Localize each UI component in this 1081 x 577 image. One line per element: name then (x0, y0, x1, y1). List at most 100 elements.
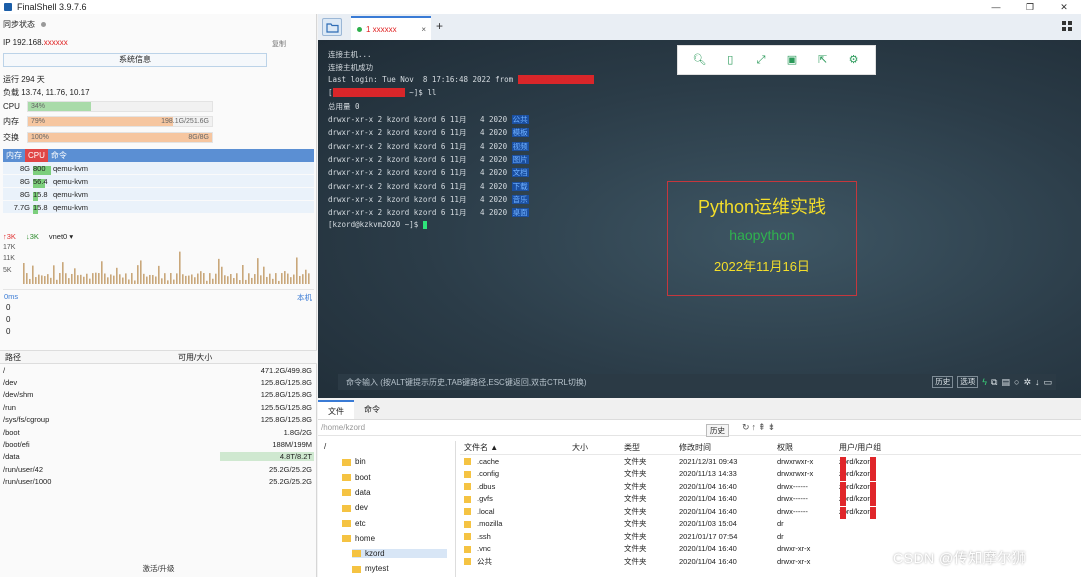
ip-redacted: xxxxxx (43, 38, 68, 47)
path-input[interactable]: /home/kzord (318, 423, 698, 432)
disk-row[interactable]: /boot 1.8G/2G (0, 426, 317, 438)
file-row[interactable]: .cache 文件夹 2021/12/31 09:43 drwxrwxr-x zord/… (460, 455, 1081, 469)
close-window-button[interactable]: ✕ (1047, 2, 1081, 13)
disk-row[interactable]: /run 125.5G/125.8G (0, 401, 317, 413)
settings-icon[interactable]: ⚙ (846, 52, 862, 68)
ping-target-local[interactable]: 本机 (297, 292, 312, 303)
grid-layout-icon[interactable] (1062, 21, 1073, 32)
search-icon[interactable]: 🔍︎ (691, 52, 707, 68)
owner-column-header[interactable]: 用户/用户组 (839, 442, 899, 453)
maximize-button[interactable]: ❐ (1013, 2, 1047, 13)
process-row[interactable]: 8G 15.8 qemu-kvm (3, 188, 314, 201)
file-name: 公共 (477, 556, 492, 566)
network-monitor: ↑3K ↓3K vnet0 ▾ 17K 11K 5K (3, 232, 314, 284)
tree-node[interactable]: dev (342, 503, 368, 512)
file-row[interactable]: .dbus 文件夹 2020/11/04 16:40 drwx------ zord/k… (460, 480, 1081, 494)
tree-node[interactable]: kzord (352, 549, 447, 559)
file-row[interactable]: .ssh 文件夹 2021/01/17 07:54 dr (460, 530, 1081, 543)
command-input-placeholder[interactable]: 命令输入 (按ALT键提示历史,TAB键路径,ESC键返回,双击CTRL切换) (338, 377, 587, 388)
traffic-bar (296, 257, 298, 284)
process-row[interactable]: 8G 56.4 qemu-kvm (3, 175, 314, 188)
disk-row[interactable]: /dev/shm 125.8G/125.8G (0, 389, 317, 401)
redacted-user: xxxxxxxxxxxxxxxx (332, 88, 405, 97)
paste-icon[interactable]: ▤ (1001, 377, 1010, 388)
disk-row[interactable]: /sys/fs/cgroup 125.8G/125.8G (0, 414, 317, 426)
download-icon[interactable]: ⇟ (768, 422, 778, 432)
refresh-icon[interactable]: ↻ (742, 422, 752, 432)
sort-by-cpu-tab[interactable]: CPU (25, 149, 48, 162)
path-history-button[interactable]: 历史 (706, 424, 729, 437)
upload-icon[interactable]: ⇞ (758, 422, 768, 432)
download-icon[interactable]: ↓ (1035, 377, 1040, 387)
search-icon[interactable]: ○ (1014, 377, 1019, 387)
process-row[interactable]: 7.7G 15.8 qemu-kvm (3, 201, 314, 214)
sort-by-memory-tab[interactable]: 内存 (3, 149, 25, 162)
open-folder-button[interactable] (322, 18, 342, 36)
fullscreen-icon[interactable]: ⤢ (753, 52, 769, 68)
tree-node[interactable]: mytest (352, 564, 389, 573)
copy-icon[interactable]: ⧉ (991, 377, 997, 388)
disk-row[interactable]: /boot/efi 188M/199M (0, 438, 317, 450)
process-command: qemu-kvm (53, 163, 89, 173)
traffic-bar (293, 274, 295, 284)
file-row[interactable]: .gvfs 文件夹 2020/11/04 16:40 drwx------ zord/k… (460, 493, 1081, 507)
tree-node[interactable]: home (342, 534, 375, 543)
window-icon[interactable]: ▭ (1043, 377, 1052, 388)
process-row[interactable]: 8G 800 qemu-kvm (3, 162, 314, 175)
type-column-header[interactable]: 类型 (624, 442, 679, 453)
disk-path: /boot (3, 427, 20, 437)
command-column-header[interactable]: 命令 (48, 149, 70, 162)
filename-column-header[interactable]: 文件名 ▲ (460, 442, 572, 453)
lightning-icon[interactable]: ϟ (982, 377, 987, 387)
folder-icon (464, 545, 471, 553)
close-tab-icon[interactable]: × (421, 25, 426, 34)
traffic-bar (185, 275, 187, 284)
options-button[interactable]: 选项 (957, 376, 979, 388)
tree-node[interactable]: etc (342, 519, 366, 528)
save-icon[interactable]: ▣ (784, 52, 800, 68)
history-button[interactable]: 历史 (932, 376, 954, 388)
traffic-bar (83, 276, 85, 284)
disk-path-header[interactable]: 路径 (0, 352, 178, 363)
file-row[interactable]: .mozilla 文件夹 2020/11/03 15:04 dr (460, 518, 1081, 531)
disk-row[interactable]: /data 4.8T/8.2T (0, 451, 317, 463)
disk-row[interactable]: /dev 125.8G/125.8G (0, 376, 317, 388)
command-input-bar[interactable]: 命令输入 (按ALT键提示历史,TAB键路径,ESC键返回,双击CTRL切换) … (338, 374, 1056, 390)
file-row[interactable]: .local 文件夹 2020/11/04 16:40 drwx------ zord/… (460, 505, 1081, 519)
permission-column-header[interactable]: 权限 (777, 442, 839, 453)
activate-upgrade-link[interactable]: 激活/升级 (0, 563, 317, 574)
file-row[interactable]: .config 文件夹 2020/11/13 14:33 drwxrwxr-x zord… (460, 468, 1081, 482)
network-interface-select[interactable]: vnet0 ▾ (49, 232, 73, 242)
traffic-bar (143, 273, 145, 284)
tree-node[interactable]: bin (342, 457, 366, 466)
terminal[interactable]: 连接主机... 连接主机成功 Last login: Tue Nov 8 17:… (318, 40, 1081, 398)
size-column-header[interactable]: 大小 (572, 442, 624, 453)
disk-size-header[interactable]: 可用/大小 (178, 352, 212, 363)
tree-node[interactable]: data (342, 488, 371, 497)
mtime-column-header[interactable]: 修改时间 (679, 442, 777, 453)
tree-node-label: dev (355, 503, 368, 513)
system-info-button[interactable]: 系统信息 (3, 53, 267, 67)
new-tab-button[interactable]: + (436, 19, 443, 33)
folder-icon (352, 565, 361, 573)
tree-node[interactable]: / (324, 442, 326, 451)
file-permission: drwxr-xr-x (777, 544, 811, 554)
traffic-bar (149, 274, 151, 284)
traffic-bar (134, 280, 136, 284)
disk-size: 125.8G/125.8G (260, 390, 312, 400)
file-name-cell: .gvfs (460, 494, 572, 503)
minimize-button[interactable]: — (979, 2, 1013, 13)
tree-node[interactable]: boot (342, 473, 371, 482)
copy-icon[interactable]: ▯ (722, 52, 738, 68)
tab-commands[interactable]: 命令 (354, 400, 390, 419)
disk-row[interactable]: /run/user/42 25.2G/25.2G (0, 463, 317, 475)
tab-files[interactable]: 文件 (318, 400, 354, 419)
terminal-line: [xxxxxxxxxxxxxxxx ~]$ ll (328, 88, 437, 97)
disk-row[interactable]: / 471.2G/499.8G (0, 364, 317, 376)
export-icon[interactable]: ⇱ (815, 52, 831, 68)
session-tab[interactable]: 1 xxxxxx × (351, 16, 431, 40)
settings-icon[interactable]: ✲ (1023, 377, 1031, 388)
copy-ip-link[interactable]: 复制 (272, 39, 286, 49)
disk-row[interactable]: /run/user/1000 25.2G/25.2G (0, 476, 317, 488)
upload-rate-value: 3K (6, 232, 16, 241)
